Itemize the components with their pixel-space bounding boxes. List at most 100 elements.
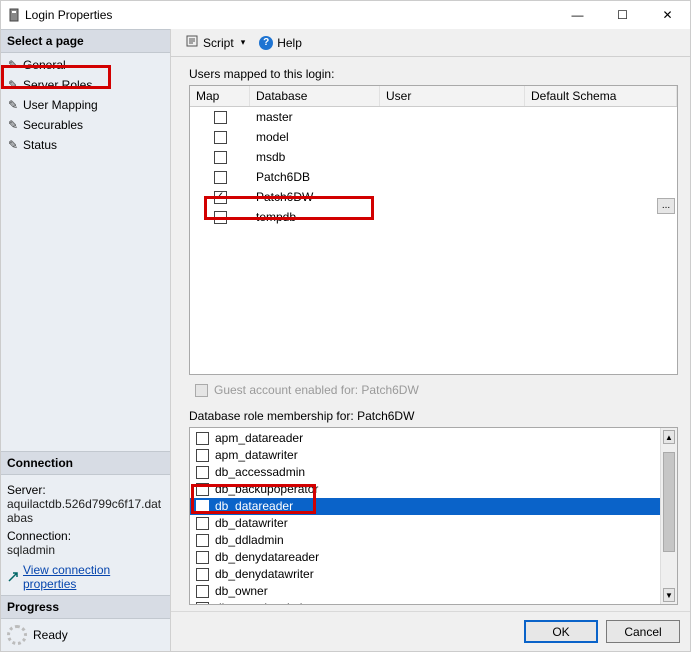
role-item[interactable]: db_accessadmin xyxy=(190,464,660,481)
table-row[interactable]: tempdb xyxy=(190,207,677,227)
table-row[interactable]: Patch6DB xyxy=(190,167,677,187)
close-button[interactable]: ✕ xyxy=(645,1,690,29)
role-item[interactable]: db_backupoperator xyxy=(190,481,660,498)
scroll-up-arrow-icon[interactable]: ▲ xyxy=(663,430,675,444)
script-label: Script xyxy=(203,36,234,50)
script-icon xyxy=(185,34,199,51)
ok-button[interactable]: OK xyxy=(524,620,598,643)
minimize-button[interactable]: — xyxy=(555,1,600,29)
role-label: db_backupoperator xyxy=(215,481,318,498)
guest-label: Guest account enabled for: Patch6DW xyxy=(214,383,419,397)
view-connection-properties-link[interactable]: View connection properties xyxy=(7,563,164,591)
role-item[interactable]: db_securityadmin xyxy=(190,600,660,604)
role-checkbox[interactable] xyxy=(196,585,209,598)
connection-label: Connection: xyxy=(7,529,164,543)
page-securables[interactable]: ✎ Securables xyxy=(1,115,170,135)
role-item[interactable]: db_denydatareader xyxy=(190,549,660,566)
guest-account-row: Guest account enabled for: Patch6DW xyxy=(195,383,678,397)
role-label: db_accessadmin xyxy=(215,464,305,481)
page-user-mapping[interactable]: ✎ User Mapping xyxy=(1,95,170,115)
page-label: Server Roles xyxy=(23,77,92,93)
titlebar: Login Properties — ☐ ✕ xyxy=(1,1,690,29)
dropdown-icon: ▾ xyxy=(241,37,246,48)
help-label: Help xyxy=(277,36,302,50)
browse-schema-button[interactable]: ... xyxy=(657,198,675,214)
script-button[interactable]: Script ▾ xyxy=(181,32,249,53)
col-user[interactable]: User xyxy=(380,86,525,106)
progress-text: Ready xyxy=(33,628,68,642)
scroll-down-arrow-icon[interactable]: ▼ xyxy=(663,588,675,602)
connection-block: Server: aquilactdb.526d799c6f17.databas … xyxy=(1,475,170,595)
role-item[interactable]: db_datawriter xyxy=(190,515,660,532)
roles-listbox[interactable]: apm_datareaderapm_datawriterdb_accessadm… xyxy=(189,427,678,605)
role-checkbox[interactable] xyxy=(196,602,209,604)
users-mapped-caption: Users mapped to this login: xyxy=(189,67,678,81)
scroll-thumb[interactable] xyxy=(663,452,675,552)
map-checkbox[interactable] xyxy=(214,191,227,204)
sidebar: Select a page ✎ General ✎ Server Roles ✎… xyxy=(1,29,171,651)
page-status[interactable]: ✎ Status xyxy=(1,135,170,155)
role-checkbox[interactable] xyxy=(196,568,209,581)
page-list: ✎ General ✎ Server Roles ✎ User Mapping … xyxy=(1,53,170,157)
role-item[interactable]: db_datareader xyxy=(190,498,660,515)
col-database[interactable]: Database xyxy=(250,86,380,106)
role-item[interactable]: apm_datawriter xyxy=(190,447,660,464)
role-checkbox[interactable] xyxy=(196,449,209,462)
page-label: General xyxy=(23,57,66,73)
map-checkbox[interactable] xyxy=(214,171,227,184)
scrollbar[interactable]: ▲ ▼ xyxy=(660,428,677,604)
connection-value: sqladmin xyxy=(7,543,164,557)
progress-block: Ready xyxy=(1,619,170,651)
col-default-schema[interactable]: Default Schema xyxy=(525,86,677,106)
role-label: db_ddladmin xyxy=(215,532,284,549)
page-server-roles[interactable]: ✎ Server Roles xyxy=(1,75,170,95)
map-checkbox[interactable] xyxy=(214,211,227,224)
role-item[interactable]: db_denydatawriter xyxy=(190,566,660,583)
role-label: apm_datawriter xyxy=(215,447,298,464)
user-mapping-grid[interactable]: Map Database User Default Schema masterm… xyxy=(189,85,678,375)
guest-checkbox xyxy=(195,384,208,397)
role-checkbox[interactable] xyxy=(196,534,209,547)
map-checkbox[interactable] xyxy=(214,131,227,144)
progress-header: Progress xyxy=(1,595,170,619)
maximize-button[interactable]: ☐ xyxy=(600,1,645,29)
role-label: db_denydatareader xyxy=(215,549,319,566)
grid-body: master model msdbPatch6DBPatch6DW... tempdb xyxy=(190,107,677,374)
role-item[interactable]: db_ddladmin xyxy=(190,532,660,549)
dialog-footer: OK Cancel xyxy=(171,611,690,651)
role-checkbox[interactable] xyxy=(196,466,209,479)
table-row[interactable]: Patch6DW... xyxy=(190,187,677,207)
roles-caption: Database role membership for: Patch6DW xyxy=(189,409,678,423)
connection-icon xyxy=(7,571,19,583)
grid-header: Map Database User Default Schema xyxy=(190,86,677,107)
db-cell: tempdb xyxy=(250,210,380,224)
help-button[interactable]: ? Help xyxy=(255,34,306,52)
role-checkbox[interactable] xyxy=(196,517,209,530)
db-cell: master xyxy=(250,110,380,124)
map-checkbox[interactable] xyxy=(214,151,227,164)
wrench-icon: ✎ xyxy=(7,77,19,93)
col-map[interactable]: Map xyxy=(190,86,250,106)
role-checkbox[interactable] xyxy=(196,551,209,564)
select-page-header: Select a page xyxy=(1,29,170,53)
table-row[interactable]: model xyxy=(190,127,677,147)
role-checkbox[interactable] xyxy=(196,500,209,513)
db-cell: model xyxy=(250,130,380,144)
role-item[interactable]: apm_datareader xyxy=(190,430,660,447)
server-label: Server: xyxy=(7,483,164,497)
progress-spinner-icon xyxy=(7,625,27,645)
cancel-button[interactable]: Cancel xyxy=(606,620,680,643)
wrench-icon: ✎ xyxy=(7,57,19,73)
window-controls: — ☐ ✕ xyxy=(555,1,690,29)
map-checkbox[interactable] xyxy=(214,111,227,124)
content-area: Users mapped to this login: Map Database… xyxy=(171,57,690,611)
table-row[interactable]: msdb xyxy=(190,147,677,167)
main-panel: Script ▾ ? Help Users mapped to this log… xyxy=(171,29,690,651)
role-item[interactable]: db_owner xyxy=(190,583,660,600)
role-checkbox[interactable] xyxy=(196,432,209,445)
help-icon: ? xyxy=(259,36,273,50)
table-row[interactable]: master xyxy=(190,107,677,127)
role-checkbox[interactable] xyxy=(196,483,209,496)
page-general[interactable]: ✎ General xyxy=(1,55,170,75)
role-label: apm_datareader xyxy=(215,430,303,447)
